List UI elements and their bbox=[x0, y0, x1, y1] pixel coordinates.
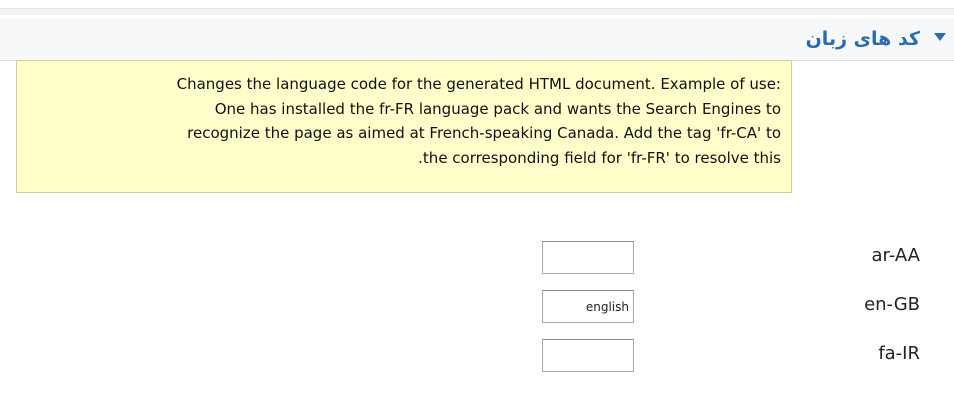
help-text-line: One has installed the fr-FR language pac… bbox=[214, 99, 781, 118]
language-codes-help-note: Changes the language code for the genera… bbox=[16, 60, 792, 193]
language-row-ar-aa: ar-AA bbox=[0, 241, 954, 277]
language-code-label: en-GB bbox=[864, 294, 920, 315]
language-code-label: fa-IR bbox=[878, 343, 920, 364]
help-text-line: Changes the language code for the genera… bbox=[176, 75, 781, 93]
language-code-input-ar-aa[interactable] bbox=[542, 241, 634, 274]
top-divider bbox=[0, 8, 954, 15]
section-title[interactable]: کد های زبان bbox=[806, 26, 920, 52]
triangle-down-icon[interactable] bbox=[934, 33, 946, 41]
language-row-fa-ir: fa-IR bbox=[0, 339, 954, 375]
language-codes-page: کد های زبان Changes the language code fo… bbox=[0, 0, 954, 409]
language-code-label: ar-AA bbox=[871, 245, 920, 266]
help-text-line: recognize the page as aimed at French-sp… bbox=[187, 124, 781, 142]
language-row-en-gb: en-GB bbox=[0, 290, 954, 326]
language-code-input-fa-ir[interactable] bbox=[542, 339, 634, 372]
language-codes-section-header[interactable]: کد های زبان bbox=[0, 18, 954, 61]
language-code-input-en-gb[interactable] bbox=[542, 290, 634, 323]
help-text-line: .the corresponding field for 'fr-FR' to … bbox=[418, 148, 781, 167]
